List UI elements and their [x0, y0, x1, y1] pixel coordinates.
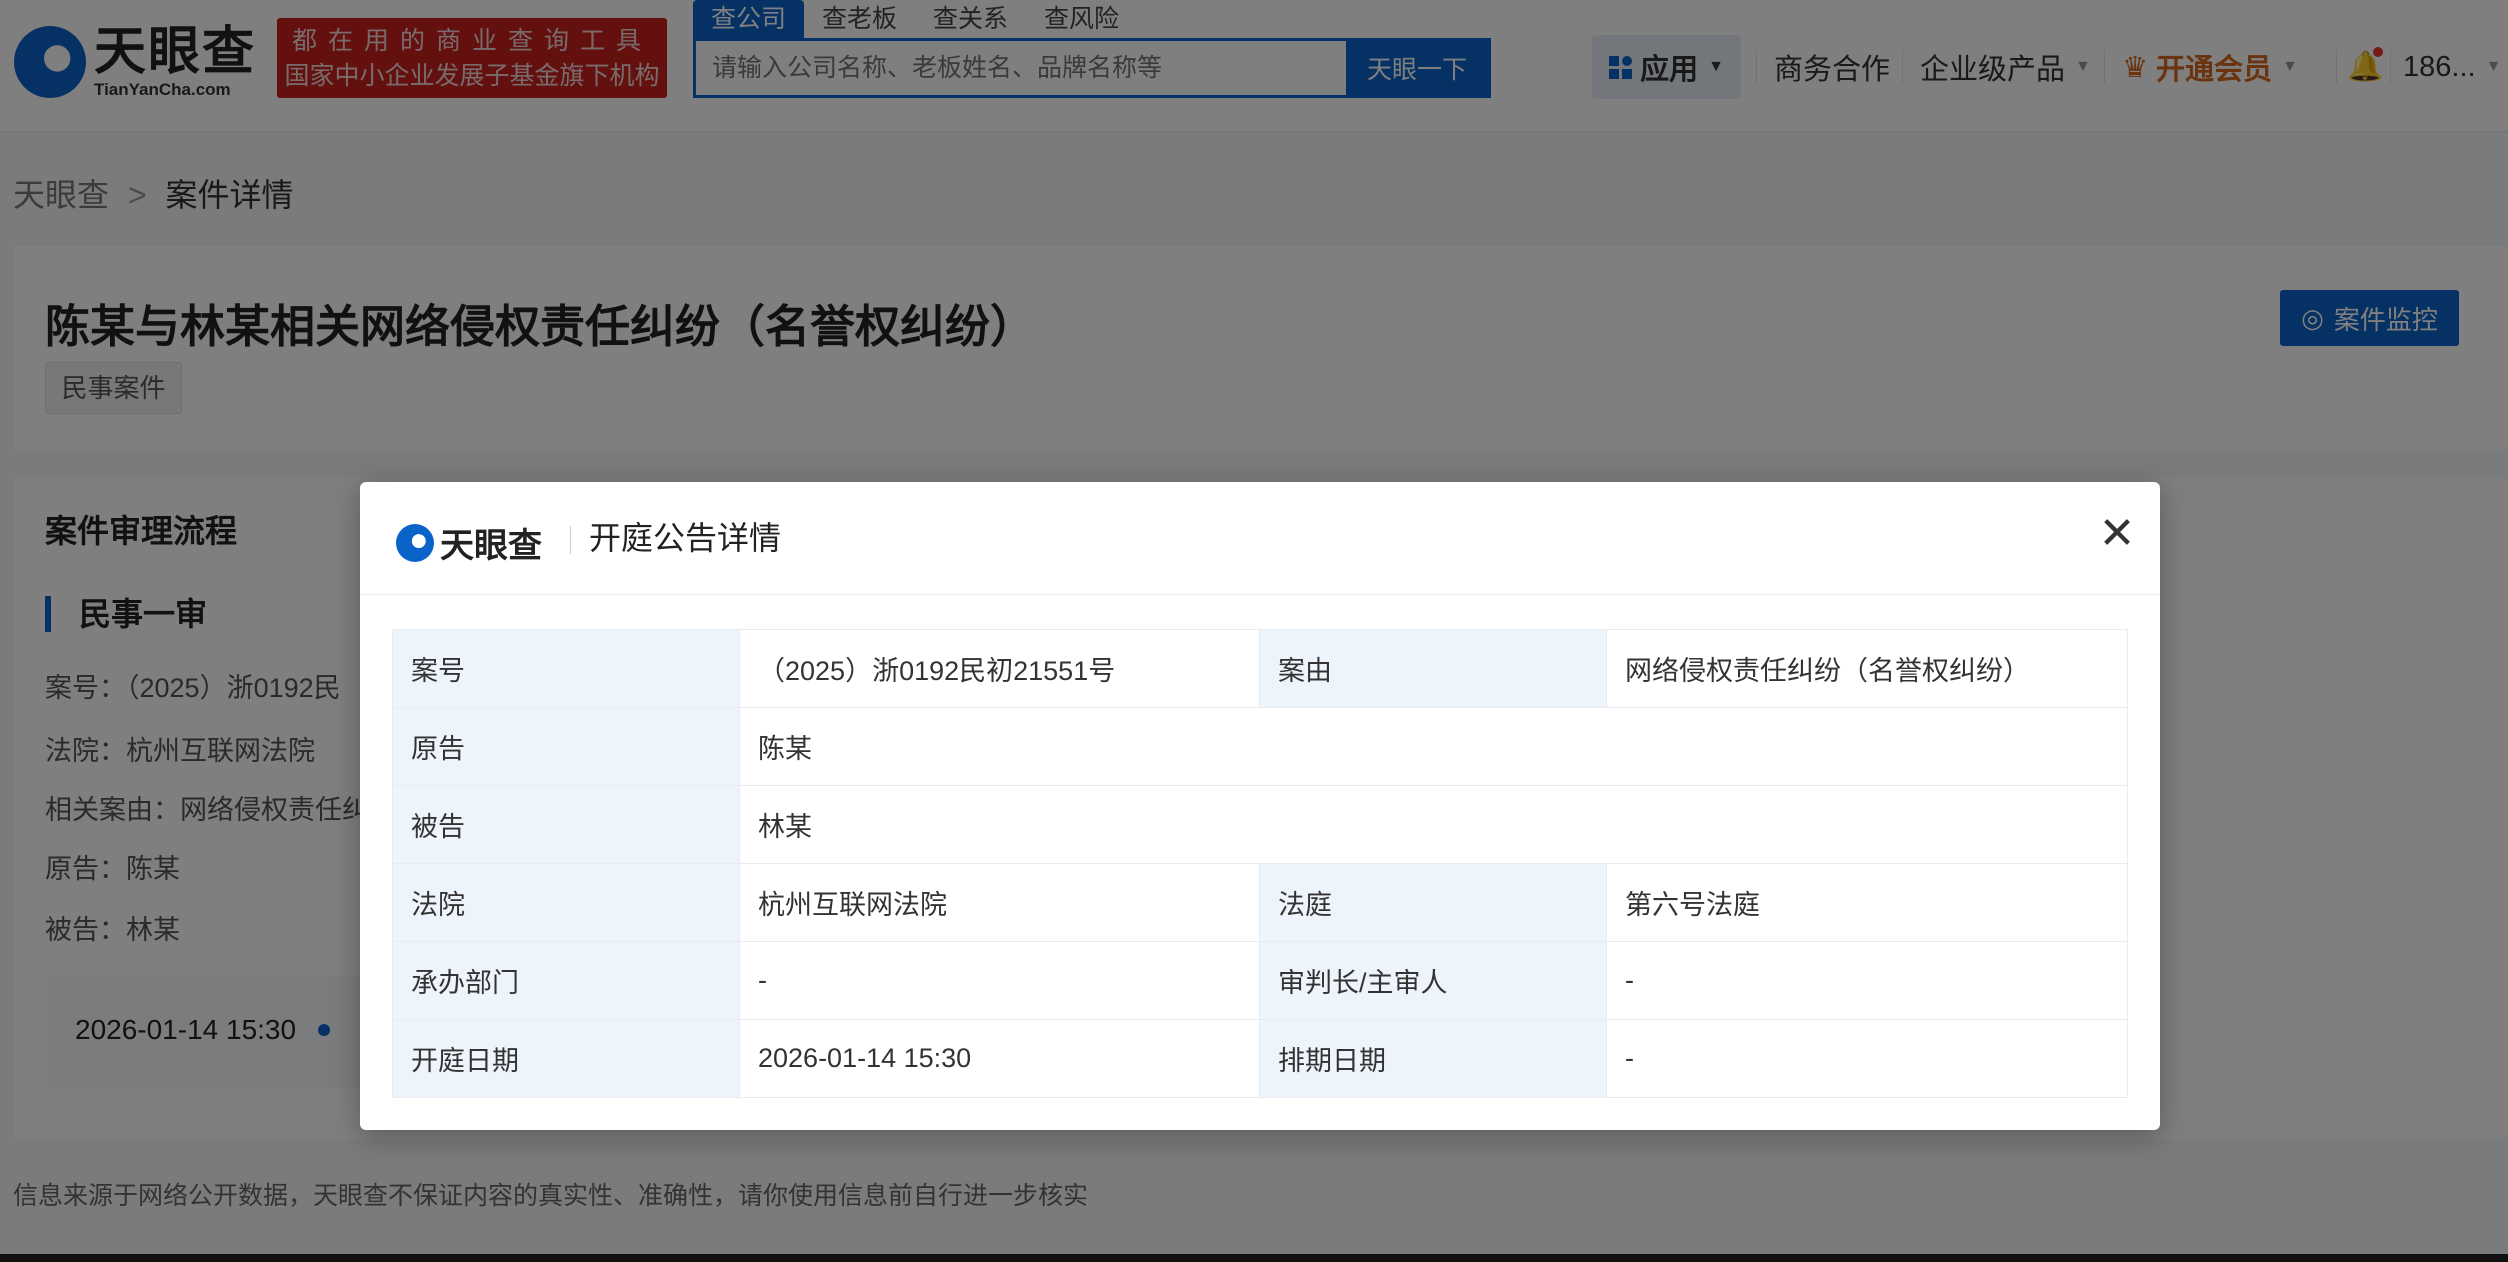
value-court: 杭州互联网法院 [739, 863, 1260, 942]
label-cause: 案由 [1259, 629, 1607, 708]
table-row: 开庭日期 2026-01-14 15:30 排期日期 - [392, 1019, 2128, 1098]
table-row: 承办部门 - 审判长/主审人 - [392, 941, 2128, 1020]
table-row: 案号 （2025）浙0192民初21551号 案由 网络侵权责任纠纷（名誉权纠纷） [392, 629, 2128, 708]
value-hearing-date: 2026-01-14 15:30 [739, 1019, 1260, 1098]
value-judge: - [1606, 941, 2128, 1020]
hearing-notice-modal: 天眼查 开庭公告详情 ✕ 案号 （2025）浙0192民初21551号 案由 网络侵权… [360, 482, 2160, 1130]
label-court: 法院 [392, 863, 740, 942]
modal-title: 开庭公告详情 [589, 520, 782, 556]
table-row: 法院 杭州互联网法院 法庭 第六号法庭 [392, 863, 2128, 942]
modal-header: 天眼查 开庭公告详情 ✕ [360, 482, 2160, 595]
label-schedule-date: 排期日期 [1259, 1019, 1607, 1098]
table-row: 被告 林某 [392, 785, 2128, 864]
label-case-number: 案号 [392, 629, 740, 708]
modal-logo-text: 天眼查 [440, 527, 542, 565]
label-hearing-date: 开庭日期 [392, 1019, 740, 1098]
value-department: - [739, 941, 1260, 1020]
label-judge: 审判长/主审人 [1259, 941, 1607, 1020]
label-courtroom: 法庭 [1259, 863, 1607, 942]
label-plaintiff: 原告 [392, 707, 740, 786]
value-courtroom: 第六号法庭 [1606, 863, 2128, 942]
value-schedule-date: - [1606, 1019, 2128, 1098]
detail-table: 案号 （2025）浙0192民初21551号 案由 网络侵权责任纠纷（名誉权纠纷） 原… [392, 629, 2128, 1098]
label-defendant: 被告 [392, 785, 740, 864]
label-department: 承办部门 [392, 941, 740, 1020]
value-plaintiff: 陈某 [739, 707, 2128, 786]
close-icon[interactable]: ✕ [2095, 512, 2139, 556]
logo-mark-icon [396, 523, 434, 562]
value-case-number: （2025）浙0192民初21551号 [739, 629, 1260, 708]
table-row: 原告 陈某 [392, 707, 2128, 786]
value-defendant: 林某 [739, 785, 2128, 864]
divider [570, 526, 571, 554]
value-cause: 网络侵权责任纠纷（名誉权纠纷） [1606, 629, 2128, 708]
modal-logo: 天眼查 [396, 518, 542, 567]
